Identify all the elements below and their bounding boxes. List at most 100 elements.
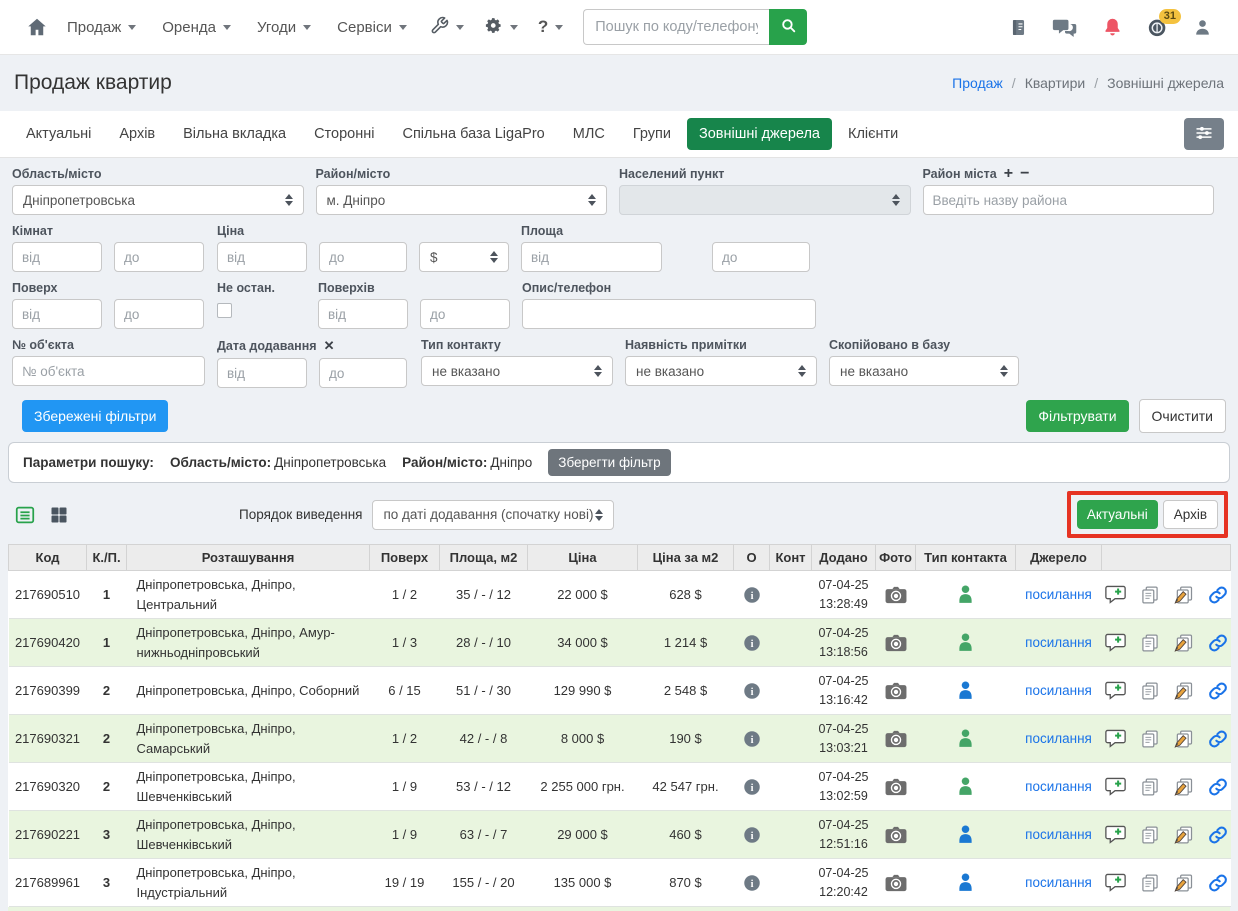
settings-menu[interactable]	[474, 8, 528, 47]
external-link-icon[interactable]	[1208, 585, 1228, 605]
floors-from-input[interactable]	[318, 299, 408, 329]
copy-icon[interactable]	[1140, 729, 1160, 749]
info-icon[interactable]: i	[739, 682, 765, 700]
object-no-input[interactable]	[12, 356, 205, 386]
copy-icon[interactable]	[1140, 873, 1160, 893]
menu-item[interactable]: Угоди	[244, 11, 324, 44]
currency-select[interactable]: $	[419, 242, 509, 272]
list-view-icon[interactable]	[14, 504, 36, 526]
filter-toggle-button[interactable]	[1184, 118, 1224, 150]
info-icon[interactable]: i	[739, 874, 765, 892]
tab[interactable]: Спільна база LigaPro	[390, 118, 556, 150]
bell-icon[interactable]	[1102, 17, 1123, 38]
tools-menu[interactable]	[420, 8, 474, 47]
region-select[interactable]: Дніпропетровська	[12, 185, 304, 215]
clear-button[interactable]: Очистити	[1139, 399, 1226, 433]
copy-icon[interactable]	[1140, 633, 1160, 653]
info-icon[interactable]: i	[739, 778, 765, 796]
clear-date-icon[interactable]: ✕	[324, 338, 335, 354]
add-comment-icon[interactable]	[1104, 728, 1127, 749]
copied-to-base-select[interactable]: не вказано	[829, 356, 1019, 386]
camera-icon[interactable]	[881, 729, 911, 749]
tab[interactable]: Сторонні	[302, 118, 386, 150]
add-comment-icon[interactable]	[1104, 680, 1127, 701]
tab[interactable]: Клієнти	[836, 118, 910, 150]
source-link[interactable]: посилання	[1025, 731, 1092, 746]
edit-note-icon[interactable]	[1173, 825, 1195, 845]
edit-note-icon[interactable]	[1173, 585, 1195, 605]
menu-item[interactable]: Оренда	[149, 11, 244, 44]
rooms-to-input[interactable]	[114, 242, 204, 272]
contact-type-select[interactable]: не вказано	[421, 356, 613, 386]
external-link-icon[interactable]	[1208, 681, 1228, 701]
external-link-icon[interactable]	[1208, 729, 1228, 749]
edit-note-icon[interactable]	[1173, 777, 1195, 797]
contact-person-icon[interactable]	[921, 680, 1011, 701]
external-link-icon[interactable]	[1208, 777, 1228, 797]
camera-icon[interactable]	[881, 825, 911, 845]
not-last-checkbox[interactable]	[217, 303, 232, 318]
camera-icon[interactable]	[881, 873, 911, 893]
area-to-input[interactable]	[712, 242, 810, 272]
contact-person-icon[interactable]	[921, 872, 1011, 893]
breadcrumb-item[interactable]: Продаж	[952, 75, 1003, 91]
tab[interactable]: Зовнішні джерела	[687, 118, 832, 150]
price-from-input[interactable]	[217, 242, 307, 272]
tab[interactable]: Архів	[107, 118, 167, 150]
add-comment-icon[interactable]	[1104, 872, 1127, 893]
copy-icon[interactable]	[1140, 777, 1160, 797]
note-presence-select[interactable]: не вказано	[625, 356, 817, 386]
help-menu[interactable]: ?	[528, 9, 573, 45]
search-button[interactable]	[769, 9, 807, 45]
archive-button[interactable]: Архів	[1163, 500, 1218, 529]
add-comment-icon[interactable]	[1104, 776, 1127, 797]
city-district-input[interactable]	[923, 185, 1215, 215]
home-icon[interactable]	[26, 16, 48, 38]
order-select[interactable]: по даті додавання (спочатку нові)	[372, 500, 614, 530]
edit-note-icon[interactable]	[1173, 681, 1195, 701]
source-link[interactable]: посилання	[1025, 635, 1092, 650]
source-link[interactable]: посилання	[1025, 875, 1092, 890]
edit-note-icon[interactable]	[1173, 873, 1195, 893]
edit-note-icon[interactable]	[1173, 633, 1195, 653]
area-from-input[interactable]	[521, 242, 662, 272]
info-icon[interactable]: i	[739, 826, 765, 844]
external-link-icon[interactable]	[1208, 633, 1228, 653]
floor-to-input[interactable]	[114, 299, 204, 329]
add-district-icon[interactable]: +	[1004, 168, 1013, 180]
camera-icon[interactable]	[881, 681, 911, 701]
tab[interactable]: МЛС	[561, 118, 617, 150]
info-icon[interactable]: i	[739, 634, 765, 652]
district-select[interactable]: м. Дніпро	[316, 185, 608, 215]
add-comment-icon[interactable]	[1104, 584, 1127, 605]
date-to-input[interactable]	[319, 358, 407, 388]
tab[interactable]: Групи	[621, 118, 683, 150]
floors-to-input[interactable]	[420, 299, 510, 329]
tab[interactable]: Вільна вкладка	[171, 118, 298, 150]
desc-phone-input[interactable]	[522, 299, 816, 329]
add-comment-icon[interactable]	[1104, 824, 1127, 845]
source-link[interactable]: посилання	[1025, 827, 1092, 842]
copy-icon[interactable]	[1140, 585, 1160, 605]
add-comment-icon[interactable]	[1104, 632, 1127, 653]
search-input[interactable]	[583, 9, 769, 45]
coins-icon[interactable]: 31	[1147, 16, 1169, 38]
source-link[interactable]: посилання	[1025, 779, 1092, 794]
chat-bubbles-icon[interactable]	[1052, 17, 1078, 38]
info-icon[interactable]: i	[739, 586, 765, 604]
contact-person-icon[interactable]	[921, 776, 1011, 797]
contact-person-icon[interactable]	[921, 584, 1011, 605]
address-book-icon[interactable]	[1009, 18, 1028, 37]
date-from-input[interactable]	[217, 358, 307, 388]
copy-icon[interactable]	[1140, 681, 1160, 701]
copy-icon[interactable]	[1140, 825, 1160, 845]
source-link[interactable]: посилання	[1025, 683, 1092, 698]
grid-view-icon[interactable]	[49, 505, 69, 525]
source-link[interactable]: посилання	[1025, 587, 1092, 602]
external-link-icon[interactable]	[1208, 873, 1228, 893]
contact-person-icon[interactable]	[921, 632, 1011, 653]
save-filter-button[interactable]: Зберегти фільтр	[548, 449, 670, 476]
actual-button[interactable]: Актуальні	[1077, 500, 1158, 529]
menu-item[interactable]: Продаж	[54, 11, 149, 44]
edit-note-icon[interactable]	[1173, 729, 1195, 749]
